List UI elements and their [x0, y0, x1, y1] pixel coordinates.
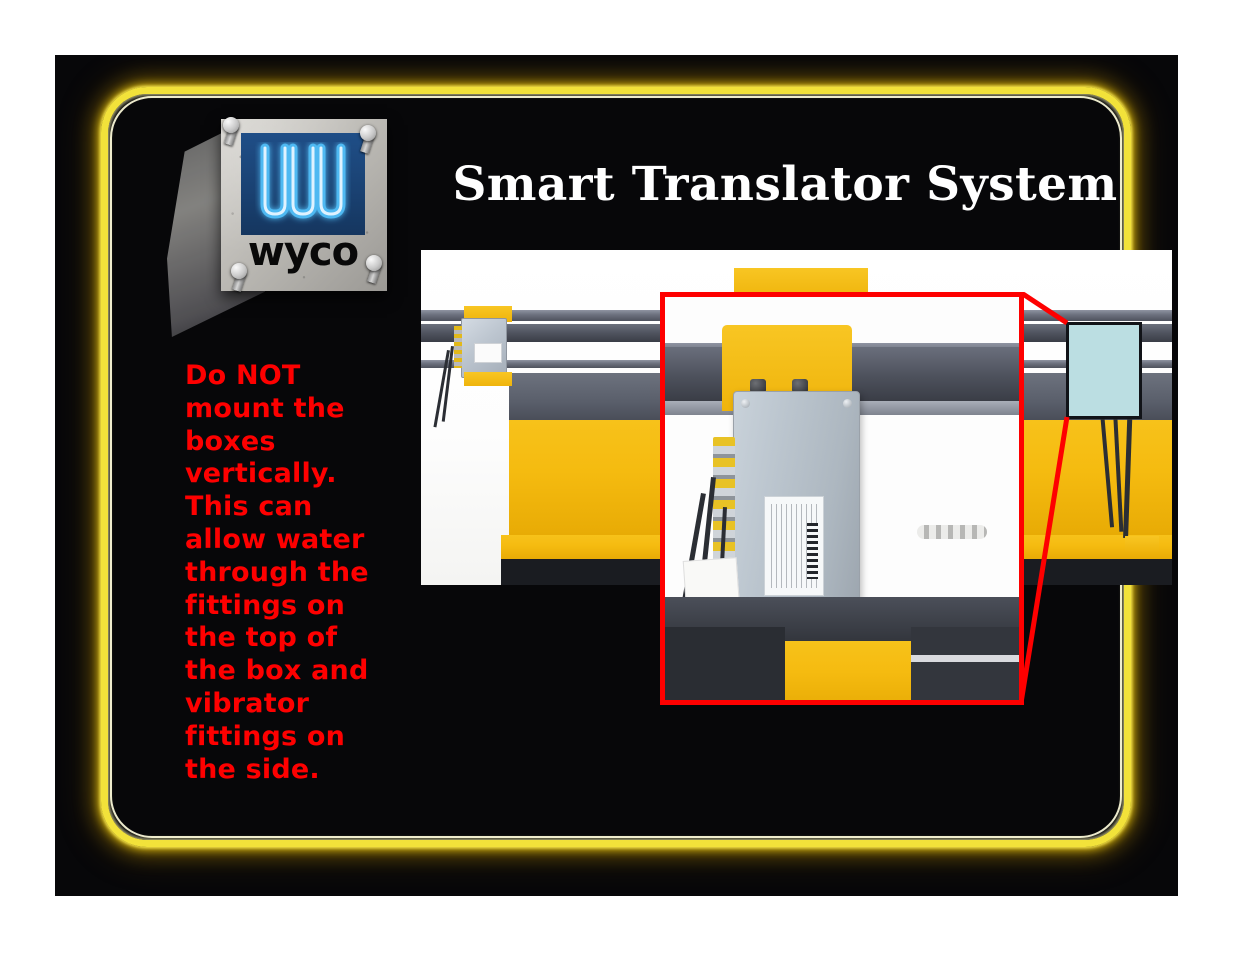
- callout-content: [665, 297, 1019, 700]
- magnified-callout-box: [660, 292, 1024, 705]
- nameplate-barcode: [807, 523, 818, 579]
- wyco-logo: wyco: [167, 113, 387, 343]
- callout-lower-dark-left: [665, 627, 785, 700]
- wyco-w-mark-icon: [260, 143, 346, 219]
- bolt-head-bottom-left: [231, 263, 247, 279]
- photo-right-clamp: [1125, 536, 1159, 552]
- highlight-region-rectangle: [1066, 322, 1142, 419]
- concrete-cube-graphic: wyco: [167, 113, 387, 343]
- slide-canvas: wyco Smart Translator System Do NOT moun…: [55, 55, 1178, 896]
- bolt-head-top-left: [223, 117, 239, 133]
- page-title: Smart Translator System: [452, 157, 1118, 212]
- logo-plate: [241, 133, 365, 235]
- callout-lower-rail-bar: [911, 655, 1019, 662]
- photo-left-box-fittings: [454, 326, 462, 368]
- photo-left-box-label: [474, 343, 502, 363]
- callout-chain: [917, 525, 987, 539]
- bolt-head-top-right: [360, 125, 376, 141]
- callout-box-corner-screw-tl: [741, 399, 750, 408]
- photo-left-translator-box: [461, 318, 507, 378]
- callout-lower-dark-right: [911, 627, 1019, 700]
- callout-lower-yellow: [783, 641, 911, 700]
- photo-left-clamp-bottom: [464, 372, 512, 386]
- warning-text: Do NOT mount the boxes vertically. This …: [185, 360, 369, 785]
- callout-box-corner-screw-tr: [843, 399, 852, 408]
- callout-nameplate-label: [764, 496, 824, 596]
- bolt-head-bottom-right: [366, 255, 382, 271]
